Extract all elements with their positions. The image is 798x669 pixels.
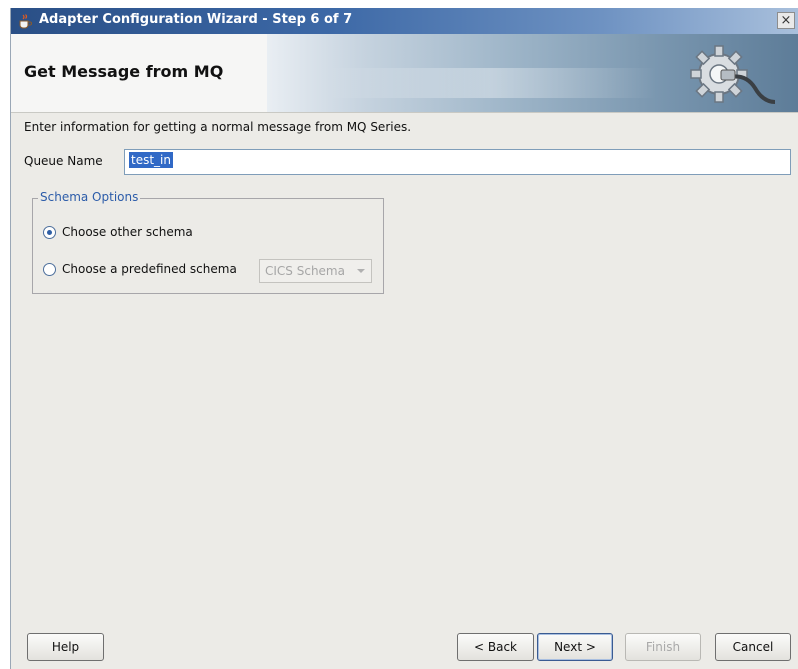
radio-label-other-schema: Choose other schema <box>62 225 193 239</box>
schema-options-legend: Schema Options <box>38 190 141 204</box>
window-title: Adapter Configuration Wizard - Step 6 of… <box>39 12 353 27</box>
finish-button[interactable]: Finish <box>625 633 701 661</box>
queue-name-input[interactable]: test_in <box>124 149 791 175</box>
instruction-text: Enter information for getting a normal m… <box>24 120 412 134</box>
chevron-down-icon <box>357 269 365 273</box>
close-icon: × <box>780 13 792 28</box>
queue-name-label: Queue Name <box>24 154 103 168</box>
radio-choose-other-schema[interactable]: Choose other schema <box>43 225 193 239</box>
wizard-dialog: Adapter Configuration Wizard - Step 6 of… <box>10 8 798 669</box>
title-bar: Adapter Configuration Wizard - Step 6 of… <box>11 8 798 34</box>
radio-label-predefined-schema: Choose a predefined schema <box>62 262 237 276</box>
radio-selected-icon[interactable] <box>43 225 56 239</box>
queue-name-value: test_in <box>129 152 173 168</box>
cancel-button[interactable]: Cancel <box>715 633 791 661</box>
java-cup-icon <box>17 13 33 29</box>
help-button[interactable]: Help <box>27 633 104 661</box>
back-button[interactable]: < Back <box>457 633 534 661</box>
radio-unselected-icon[interactable] <box>43 262 56 276</box>
wizard-header: Get Message from MQ <box>11 34 798 113</box>
next-button[interactable]: Next > <box>537 633 613 661</box>
schema-options-group: Schema Options Choose other schema Choos… <box>32 190 384 294</box>
predefined-schema-value: CICS Schema <box>265 264 345 278</box>
gear-plug-icon <box>685 40 781 110</box>
predefined-schema-select[interactable]: CICS Schema <box>259 259 372 283</box>
close-button[interactable]: × <box>777 12 795 29</box>
radio-choose-predefined-schema[interactable]: Choose a predefined schema <box>43 262 237 276</box>
page-title: Get Message from MQ <box>24 62 224 81</box>
